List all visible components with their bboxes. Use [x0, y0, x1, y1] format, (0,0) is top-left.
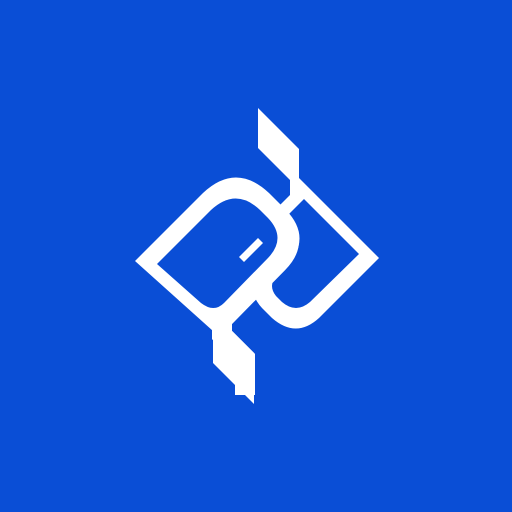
app-icon-canvas — [0, 0, 512, 512]
pd-monogram-logo-icon — [135, 108, 379, 404]
